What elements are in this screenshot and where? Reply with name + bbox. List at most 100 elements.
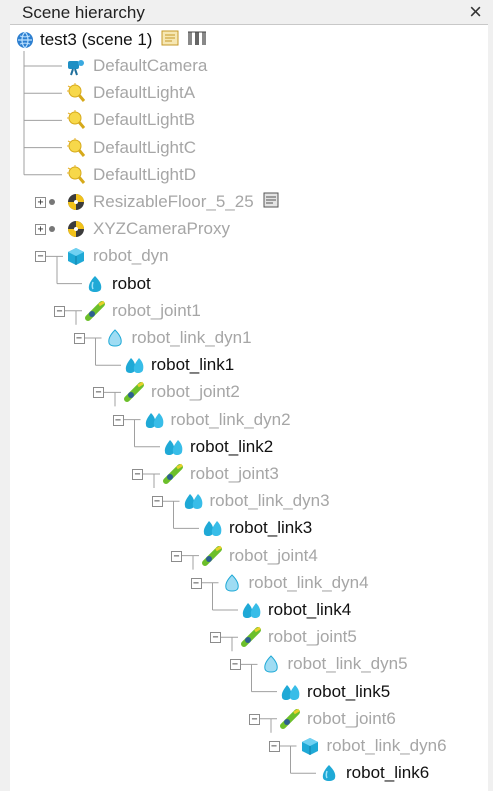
globe-icon (14, 29, 36, 51)
light-bulb-icon (65, 164, 87, 186)
tree-item-label: robot_link6 (346, 763, 430, 783)
collapse-icon[interactable]: − (229, 659, 241, 671)
collapse-icon[interactable]: − (132, 469, 143, 480)
tree-item[interactable]: XYZCameraProxy (65, 216, 230, 242)
shape-multi-icon (240, 599, 262, 621)
tree-item[interactable]: robot_link_dyn3 (182, 488, 330, 514)
collapse-icon[interactable]: − (35, 251, 46, 263)
collapse-icon[interactable]: − (249, 713, 260, 725)
collapse-icon[interactable]: − (73, 333, 85, 344)
tree-item[interactable]: robot_link3 (201, 515, 312, 541)
tree-item[interactable]: DefaultLightA (65, 80, 195, 106)
tree-item-label: robot_link4 (268, 600, 352, 619)
tree-item[interactable]: robot_joint6 (279, 706, 396, 732)
collapse-icon[interactable]: − (190, 577, 202, 589)
tree-item-label: robot_dyn (93, 246, 169, 266)
shape-drop-icon (221, 572, 243, 594)
tree-item-label: robot_joint4 (229, 545, 318, 565)
tree-item-label: robot_link_dyn6 (326, 736, 447, 755)
dummy-ball-icon (65, 218, 87, 240)
tree-item[interactable]: robot_joint3 (162, 461, 279, 487)
tree-item[interactable]: robot_link_dyn5 (260, 651, 408, 677)
light-bulb-icon (65, 109, 87, 131)
tree-item-label: robot_link_dyn3 (209, 491, 330, 511)
tree-item[interactable]: robot_joint5 (240, 624, 357, 650)
expand-icon[interactable]: + (35, 197, 46, 208)
tree-item-label: DefaultCamera (93, 56, 208, 75)
tree-item[interactable]: robot_link_dyn2 (143, 407, 291, 433)
cuboid-icon (65, 245, 87, 267)
tree-item[interactable]: robot_dyn (65, 243, 169, 269)
tree-item-label: robot_link3 (229, 518, 313, 538)
visibility-dot-icon (49, 199, 55, 205)
script-icon[interactable] (262, 191, 280, 214)
tree-item[interactable]: DefaultCamera (65, 53, 207, 79)
tree-item-label: ResizableFloor_5_25 (93, 192, 254, 211)
cuboid-icon (299, 735, 321, 757)
tree-item-label: DefaultLightC (93, 137, 197, 157)
collapse-icon[interactable]: − (268, 741, 280, 752)
tree-item-label: XYZCameraProxy (93, 219, 230, 239)
tree-item-label: robot_joint6 (307, 708, 396, 728)
expand-icon[interactable]: + (35, 224, 46, 236)
joint-icon (123, 381, 145, 403)
scene-hierarchy-panel: Scene hierarchy × test3 (scene 1) Defaul… (0, 0, 493, 791)
tree-item-label: DefaultLightB (93, 110, 196, 130)
tree-item[interactable]: robot_link5 (279, 679, 390, 705)
shape-multi-icon (182, 490, 204, 512)
joint-icon (84, 300, 106, 322)
collapse-icon[interactable]: − (93, 387, 104, 399)
tree-item-label: DefaultLightD (93, 164, 197, 184)
environment-icon[interactable] (186, 29, 208, 52)
tree-item[interactable]: ResizableFloor_5_25 (65, 189, 280, 215)
tree-item-label: robot_link_dyn5 (287, 654, 408, 674)
hierarchy-tree[interactable]: test3 (scene 1) DefaultCamera DefaultLigh… (10, 25, 488, 791)
tree-item[interactable]: robot_link6 (318, 760, 429, 786)
tree-item[interactable]: robot (84, 271, 151, 297)
joint-icon (279, 708, 301, 730)
shape-multi-icon (279, 681, 301, 703)
tree-item-label: robot_joint3 (190, 464, 279, 483)
tree-item-label: robot_link_dyn4 (248, 572, 369, 592)
collapse-icon[interactable]: − (171, 550, 182, 562)
tree-item[interactable]: DefaultLightC (65, 135, 196, 161)
tree-item-label: robot_link5 (307, 681, 391, 701)
camera-icon (65, 55, 87, 77)
tree-item-label: robot_link1 (151, 355, 235, 375)
collapse-icon[interactable]: − (210, 632, 221, 644)
close-icon[interactable]: × (469, 0, 482, 24)
tree-item[interactable]: DefaultLightD (65, 162, 196, 188)
tree-item[interactable]: DefaultLightB (65, 107, 195, 133)
tree-item[interactable]: robot_joint2 (123, 379, 240, 405)
collapse-icon[interactable]: − (54, 305, 65, 317)
tree-item[interactable]: robot_joint4 (201, 543, 318, 569)
joint-icon (240, 626, 262, 648)
joint-icon (162, 463, 184, 485)
tree-item[interactable]: robot_link_dyn6 (299, 733, 447, 759)
light-bulb-icon (65, 82, 87, 104)
shape-drop-icon (260, 653, 282, 675)
light-bulb-icon (65, 137, 87, 159)
shape-multi-icon (143, 409, 165, 431)
tree-item-label: robot_joint2 (151, 382, 240, 402)
tree-item[interactable]: robot_link_dyn4 (221, 570, 369, 596)
tree-item[interactable]: robot_link4 (240, 597, 351, 623)
tree-item-label: robot_link_dyn2 (170, 409, 291, 429)
tree-item-label: test3 (scene 1) (40, 30, 153, 49)
collapse-icon[interactable]: − (151, 496, 163, 508)
shape-blob-icon (84, 273, 106, 295)
shape-multi-icon (162, 436, 184, 458)
tree-item[interactable]: robot_link_dyn1 (104, 325, 252, 351)
tree-item[interactable]: robot_joint1 (84, 298, 201, 324)
shape-multi-icon (201, 517, 223, 539)
tree-item-label: DefaultLightA (93, 83, 196, 103)
tree-item-label: robot_joint1 (112, 300, 201, 320)
dummy-ball-icon (65, 191, 87, 213)
script-icon[interactable] (160, 29, 180, 52)
collapse-icon[interactable]: − (112, 414, 124, 426)
tree-item[interactable]: robot_link2 (162, 434, 273, 460)
tree-item[interactable]: robot_link1 (123, 352, 234, 378)
tree-item-label: robot_link2 (190, 436, 274, 456)
tree-item-label: robot (112, 273, 151, 293)
tree-item-root[interactable]: test3 (scene 1) (14, 27, 208, 53)
